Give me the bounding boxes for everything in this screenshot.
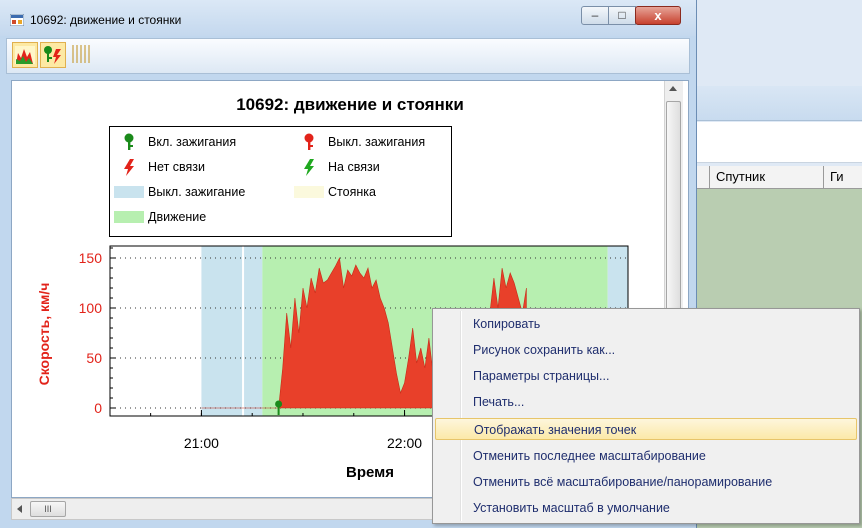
background-toolbar	[680, 86, 862, 121]
title-bar[interactable]: 10692: движение и стоянки – □ x	[0, 0, 696, 36]
y-axis-label: Скорость, км/ч	[36, 282, 52, 386]
menu-item-undo-all-zoom[interactable]: Отменить всё масштабирование/панорамиров…	[435, 471, 857, 493]
legend-label: Движение	[148, 210, 207, 224]
legend-label: Стоянка	[328, 185, 376, 199]
menu-item-copy[interactable]: Копировать	[435, 313, 857, 335]
menu-item-undo-zoom[interactable]: Отменить последнее масштабирование	[435, 445, 857, 467]
legend-label: Выкл. зажигание	[148, 185, 246, 199]
menu-item-save-image[interactable]: Рисунок сохранить как...	[435, 339, 857, 361]
ignition-filter-icon	[44, 46, 61, 64]
menu-item-page-setup[interactable]: Параметры страницы...	[435, 365, 857, 387]
scroll-up-icon[interactable]	[669, 86, 677, 91]
bolt-icon	[304, 159, 314, 176]
x-axis-label: Время	[346, 464, 394, 481]
minimize-icon: –	[591, 8, 599, 22]
background-panel	[680, 122, 862, 163]
window-title: 10692: движение и стоянки	[30, 13, 182, 27]
context-menu: Копировать Рисунок сохранить как... Пара…	[432, 308, 860, 524]
close-button[interactable]: x	[635, 6, 681, 25]
legend-label: Выкл. зажигания	[328, 135, 426, 149]
close-icon: x	[654, 8, 662, 23]
chart-view-button[interactable]	[12, 42, 38, 68]
background-table-header: а Спутник Ги	[668, 166, 862, 189]
menu-item-show-point-values[interactable]: Отображать значения точек	[435, 418, 857, 440]
column-header[interactable]: Ги	[824, 166, 862, 188]
ignition-filter-button[interactable]	[40, 42, 66, 68]
menu-item-print[interactable]: Печать...	[435, 391, 857, 413]
scroll-left-icon[interactable]	[17, 505, 22, 513]
key-icon	[304, 133, 314, 150]
chart-view-icon	[15, 46, 35, 64]
gridlines-icon	[72, 45, 90, 63]
key-icon	[124, 133, 134, 150]
maximize-icon: □	[618, 8, 626, 22]
menu-item-default-scale[interactable]: Установить масштаб в умолчание	[435, 497, 857, 519]
chart-title: 10692: движение и стоянки	[236, 95, 464, 114]
gridlines-button[interactable]	[68, 42, 94, 68]
band-swatch	[114, 186, 144, 198]
legend-label: На связи	[328, 160, 380, 174]
legend-label: Вкл. зажигания	[148, 135, 237, 149]
app-icon	[10, 14, 24, 26]
column-header-satellite[interactable]: Спутник	[710, 166, 824, 188]
band-swatch	[294, 186, 324, 198]
legend-label: Нет связи	[148, 160, 205, 174]
minimize-button[interactable]: –	[581, 6, 609, 25]
toolbar	[6, 38, 690, 74]
maximize-button[interactable]: □	[608, 6, 636, 25]
band-swatch	[114, 211, 144, 223]
bolt-icon	[124, 159, 134, 176]
chart-legend: Вкл. зажигания Выкл. зажигания Нет связи…	[109, 126, 452, 237]
horizontal-scroll-thumb[interactable]: III	[30, 501, 66, 517]
